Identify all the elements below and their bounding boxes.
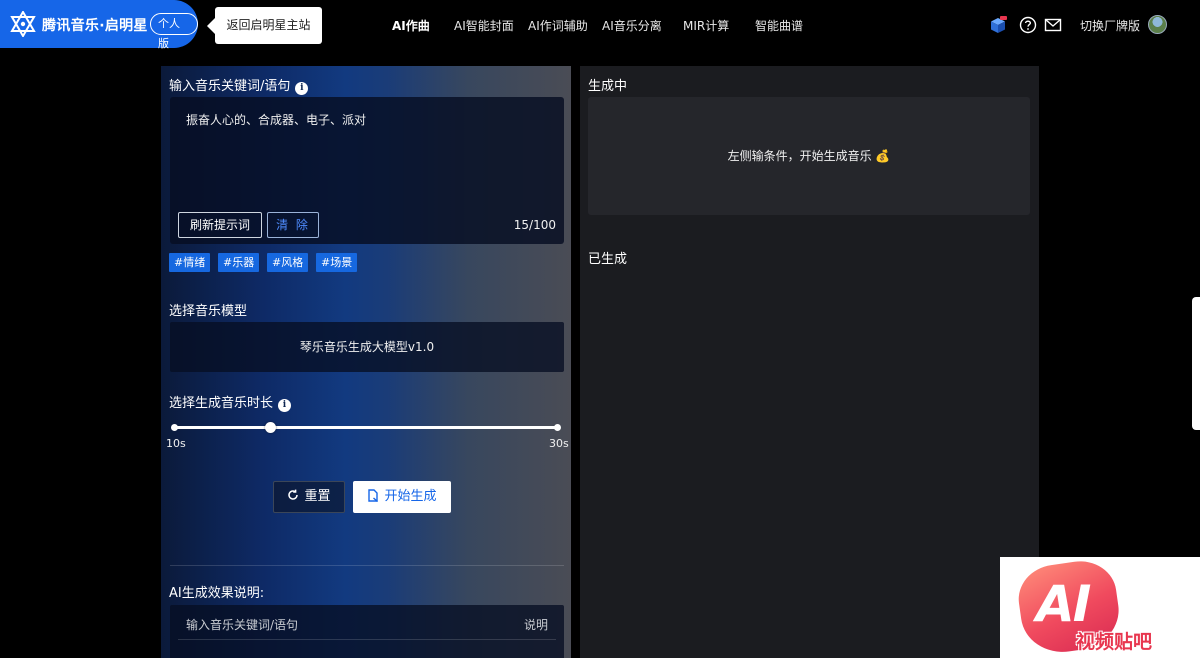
tag-mood[interactable]: #情绪: [169, 253, 211, 272]
top-header: 腾讯音乐·启明星 个人版 返回启明星主站 AI作曲 AI智能封面 AI作词辅助 …: [0, 0, 1200, 50]
refresh-prompt-button[interactable]: 刷新提示词: [178, 212, 262, 238]
char-counter: 15/100: [513, 218, 556, 232]
info-icon[interactable]: i: [295, 82, 309, 95]
brand-name: 腾讯音乐·启明星: [42, 18, 148, 34]
nav-ai-cover[interactable]: AI智能封面: [454, 17, 514, 34]
info-icon[interactable]: i: [278, 399, 292, 412]
nav-ai-compose[interactable]: AI作曲: [392, 17, 430, 34]
duration-min-label: 10s: [166, 437, 186, 450]
tag-scene[interactable]: #场景: [316, 253, 358, 272]
reset-button[interactable]: 重置: [273, 481, 345, 513]
cube-icon[interactable]: [989, 16, 1007, 34]
nav-ai-lyrics[interactable]: AI作词辅助: [528, 17, 588, 34]
start-generate-button[interactable]: 开始生成: [353, 481, 451, 513]
mail-icon[interactable]: [1044, 16, 1062, 34]
model-selector[interactable]: 琴乐音乐生成大模型v1.0: [170, 322, 564, 372]
clear-button[interactable]: 清 除: [267, 212, 319, 238]
nav-score[interactable]: 智能曲谱: [755, 17, 803, 34]
duration-slider-handle[interactable]: [264, 422, 276, 433]
section-divider: [170, 565, 564, 566]
switch-label-edition-link[interactable]: 切换厂牌版: [1080, 17, 1140, 34]
generated-label: 已生成: [588, 252, 628, 267]
compose-form-panel: 输入音乐关键词/语句 i 振奋人心的、合成器、电子、派对 刷新提示词 清 除 15…: [161, 66, 571, 658]
prompt-value: 振奋人心的、合成器、电子、派对: [186, 113, 367, 127]
tag-instrument[interactable]: #乐器: [218, 253, 260, 272]
tag-style[interactable]: #风格: [267, 253, 309, 272]
watermark-text: 视频贴吧: [1076, 631, 1153, 653]
explain-col-prompt: 输入音乐关键词/语句: [186, 618, 299, 632]
edition-badge[interactable]: 个人版: [150, 13, 198, 50]
duration-max-label: 30s: [549, 437, 569, 450]
slider-min-dot: [171, 424, 178, 431]
nav-mir[interactable]: MIR计算: [683, 17, 729, 34]
results-panel: 生成中 左侧输条件，开始生成音乐 💰 已生成: [580, 66, 1039, 658]
nav-ai-separation[interactable]: AI音乐分离: [602, 17, 662, 34]
duration-label: 选择生成音乐时长 i: [169, 392, 292, 412]
generating-label: 生成中: [588, 79, 628, 94]
explain-label: AI生成效果说明:: [169, 586, 265, 601]
explain-col-description: 说明: [523, 618, 548, 632]
document-icon: [368, 489, 379, 503]
slider-max-dot: [554, 424, 561, 431]
back-to-main-link[interactable]: 返回启明星主站: [207, 7, 322, 44]
avatar[interactable]: [1148, 15, 1167, 34]
brand-badge[interactable]: 腾讯音乐·启明星 个人版: [0, 0, 198, 50]
refresh-icon: [288, 489, 299, 500]
explain-table: 输入音乐关键词/语句 说明: [170, 605, 564, 658]
prompt-textarea[interactable]: 振奋人心的、合成器、电子、派对 刷新提示词 清 除 15/100: [170, 97, 564, 244]
generating-empty-state: 左侧输条件，开始生成音乐 💰: [588, 97, 1030, 215]
duration-slider-track[interactable]: [174, 426, 558, 429]
model-label: 选择音乐模型: [169, 304, 248, 319]
table-divider: [178, 639, 556, 640]
side-drawer-tab[interactable]: [1192, 297, 1200, 430]
watermark-logo: AI 视频贴吧: [1000, 556, 1200, 658]
prompt-label: 输入音乐关键词/语句 i: [169, 75, 309, 95]
watermark-ai: AI: [1036, 575, 1091, 633]
help-icon[interactable]: [1019, 16, 1037, 34]
star-logo-icon: [10, 11, 36, 37]
